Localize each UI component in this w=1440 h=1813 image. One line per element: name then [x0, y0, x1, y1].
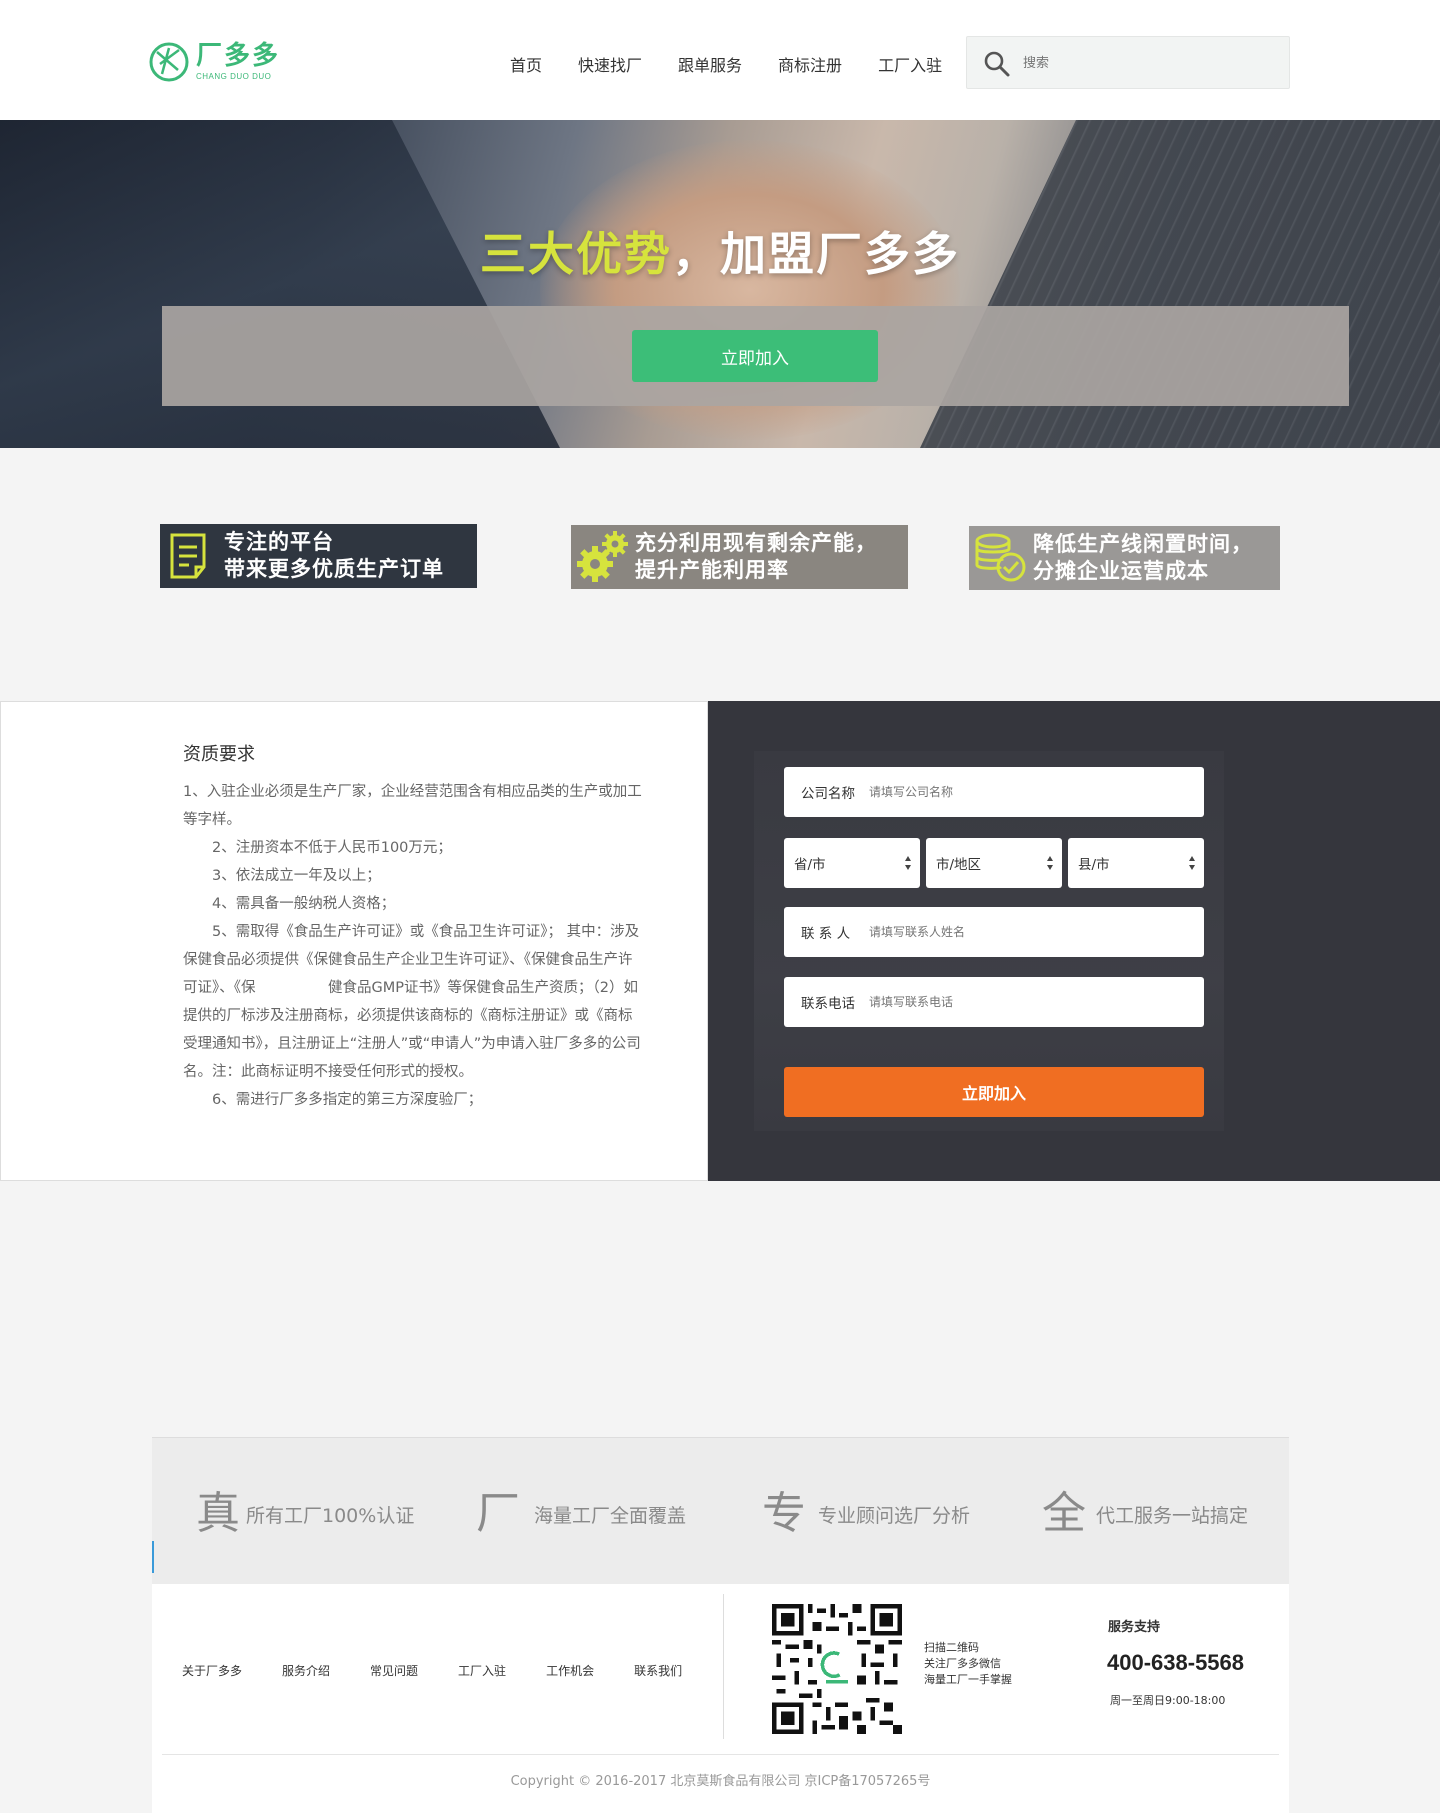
- advantage-item: 全 代工服务一站搞定: [1042, 1490, 1248, 1538]
- advantage-item: 厂 海量工厂全面覆盖: [476, 1490, 686, 1538]
- submit-join-button[interactable]: 立即加入: [784, 1067, 1204, 1117]
- footer-link-contact[interactable]: 联系我们: [634, 1662, 682, 1679]
- search-box: [966, 36, 1290, 89]
- requirement-item: 5、需取得《食品生产许可证》或《食品卫生许可证》； 其中：涉及保健食品必须提供《…: [183, 924, 641, 1080]
- footer-link-services[interactable]: 服务介绍: [282, 1662, 330, 1679]
- footer-link-jobs[interactable]: 工作机会: [546, 1662, 594, 1679]
- requirement-item: 2、注册资本不低于人民币100万元；: [183, 840, 452, 856]
- requirement-item: 3、依法成立一年及以上；: [183, 868, 381, 884]
- feature-capacity: 充分利用现有剩余产能， 提升产能利用率: [571, 525, 908, 589]
- advantage-char: 真: [196, 1488, 240, 1539]
- feature-text: 充分利用现有剩余产能， 提升产能利用率: [635, 530, 877, 584]
- gears-icon: [577, 531, 628, 582]
- advantage-text: 专业顾问选厂分析: [818, 1504, 971, 1527]
- phone-label: 联系电话: [801, 996, 855, 1012]
- advantage-char: 全: [1042, 1488, 1086, 1539]
- select-arrows-icon: [1189, 856, 1195, 870]
- advantage-char: 厂: [476, 1488, 520, 1539]
- advantage-char: 专: [762, 1488, 806, 1539]
- qr-line: 海量工厂一手掌握: [924, 1673, 1012, 1686]
- advantage-text: 代工服务一站搞定: [1096, 1504, 1249, 1527]
- qr-caption: 扫描二维码 关注厂多多微信 海量工厂一手掌握: [924, 1640, 1012, 1688]
- feature-line1: 专注的平台: [224, 530, 334, 554]
- phone-input[interactable]: [869, 995, 1189, 1009]
- hero-banner: 三大优势，加盟厂多多 立即加入: [0, 120, 1440, 448]
- feature-text: 降低生产线闲置时间， 分摊企业运营成本: [1033, 531, 1253, 585]
- feature-line2: 分摊企业运营成本: [1033, 559, 1209, 583]
- advantage-item: 专 专业顾问选厂分析: [762, 1490, 970, 1538]
- search-icon[interactable]: [983, 50, 1011, 78]
- hero-title-highlight: 三大优势: [480, 227, 672, 281]
- nav-factory-join[interactable]: 工厂入驻: [878, 52, 942, 76]
- requirement-item: 4、需具备一般纳税人资格；: [183, 896, 396, 912]
- nav-find-factory[interactable]: 快速找厂: [578, 52, 642, 76]
- select-arrows-icon: [1047, 856, 1053, 870]
- nav-home[interactable]: 首页: [510, 52, 542, 76]
- logo[interactable]: 厂多多 CHANG DUO DUO: [148, 38, 283, 88]
- copyright: Copyright © 2016-2017 北京莫斯食品有限公司 京ICP备17…: [510, 1774, 931, 1789]
- feature-cost: 降低生产线闲置时间， 分摊企业运营成本: [969, 526, 1280, 590]
- logo-subtitle: CHANG DUO DUO: [196, 72, 272, 81]
- footer-link-faq[interactable]: 常见问题: [370, 1662, 418, 1679]
- footer-link-factory-join[interactable]: 工厂入驻: [458, 1662, 506, 1679]
- footer-divider-line: [162, 1754, 1279, 1755]
- support-phone[interactable]: 400-638-5568: [1107, 1650, 1244, 1676]
- logo-mark-icon: [149, 42, 189, 82]
- advantage-text: 所有工厂100%认证: [246, 1504, 415, 1527]
- document-icon: [170, 533, 206, 579]
- qr-code-icon: [772, 1604, 902, 1734]
- footer-divider: [723, 1594, 724, 1739]
- coins-check-icon: [975, 533, 1026, 582]
- hero-title: 三大优势，加盟厂多多: [0, 218, 1440, 284]
- feature-text: 专注的平台 带来更多优质生产订单: [224, 529, 444, 583]
- hero-title-rest: ，加盟厂多多: [672, 227, 960, 281]
- county-select-value: 县/市: [1078, 857, 1110, 873]
- footer-links: 关于厂多多 服务介绍 常见问题 工厂入驻 工作机会 联系我们: [182, 1662, 722, 1679]
- province-select-value: 省/市: [794, 857, 826, 873]
- site-header: 厂多多 CHANG DUO DUO 首页 快速找厂 跟单服务 商标注册 工厂入驻: [0, 0, 1440, 120]
- contact-field: 联 系 人: [784, 907, 1204, 957]
- company-label: 公司名称: [801, 786, 855, 802]
- requirement-item: 6、需进行厂多多指定的第三方深度验厂；: [183, 1092, 483, 1108]
- feature-line1: 降低生产线闲置时间，: [1033, 532, 1253, 556]
- feature-line2: 带来更多优质生产订单: [224, 557, 444, 581]
- nav-order-tracking[interactable]: 跟单服务: [678, 52, 742, 76]
- qr-line: 扫描二维码: [924, 1641, 979, 1654]
- site-footer: 关于厂多多 服务介绍 常见问题 工厂入驻 工作机会 联系我们 扫描二维码 关注厂…: [152, 1584, 1289, 1813]
- feature-line1: 充分利用现有剩余产能，: [635, 531, 877, 555]
- city-select-value: 市/地区: [936, 857, 982, 873]
- county-select[interactable]: 县/市: [1068, 838, 1204, 888]
- requirements-panel: 资质要求 1、入驻企业必须是生产厂家，企业经营范围含有相应品类的生产或加工等字样…: [0, 701, 708, 1181]
- requirement-item: 1、入驻企业必须是生产厂家，企业经营范围含有相应品类的生产或加工等字样。: [183, 784, 642, 828]
- city-select[interactable]: 市/地区: [926, 838, 1062, 888]
- advantages-bar: 真 所有工厂100%认证 厂 海量工厂全面覆盖 专 专业顾问选厂分析 全 代工服…: [152, 1437, 1289, 1584]
- phone-field: 联系电话: [784, 977, 1204, 1027]
- footer-link-about[interactable]: 关于厂多多: [182, 1662, 242, 1679]
- search-input[interactable]: [1023, 50, 1273, 76]
- join-form-panel: 公司名称 省/市 市/地区 县/市 联 系 人 联系电话 立即加入: [708, 701, 1440, 1181]
- province-select[interactable]: 省/市: [784, 838, 920, 888]
- feature-line2: 提升产能利用率: [635, 558, 789, 582]
- advantage-text: 海量工厂全面覆盖: [534, 1504, 687, 1527]
- support-hours: 周一至周日9:00-18:00: [1110, 1694, 1226, 1707]
- qr-line: 关注厂多多微信: [924, 1657, 1001, 1670]
- requirements-title: 资质要求: [183, 744, 255, 765]
- select-arrows-icon: [905, 856, 911, 870]
- support-title: 服务支持: [1108, 1620, 1161, 1635]
- logo-text: 厂多多: [196, 41, 281, 71]
- advantage-item: 真 所有工厂100%认证: [196, 1490, 414, 1538]
- hero-band: 立即加入: [162, 306, 1349, 406]
- main-nav: 首页 快速找厂 跟单服务 商标注册 工厂入驻: [492, 52, 960, 76]
- hero-join-button[interactable]: 立即加入: [632, 330, 878, 382]
- contact-label: 联 系 人: [801, 926, 851, 942]
- nav-trademark[interactable]: 商标注册: [778, 52, 842, 76]
- contact-input[interactable]: [869, 925, 1189, 939]
- feature-platform: 专注的平台 带来更多优质生产订单: [160, 524, 477, 588]
- company-input[interactable]: [869, 785, 1189, 799]
- requirements-list: 1、入驻企业必须是生产厂家，企业经营范围含有相应品类的生产或加工等字样。 2、注…: [183, 778, 643, 1114]
- side-marker: [152, 1541, 154, 1573]
- company-field: 公司名称: [784, 767, 1204, 817]
